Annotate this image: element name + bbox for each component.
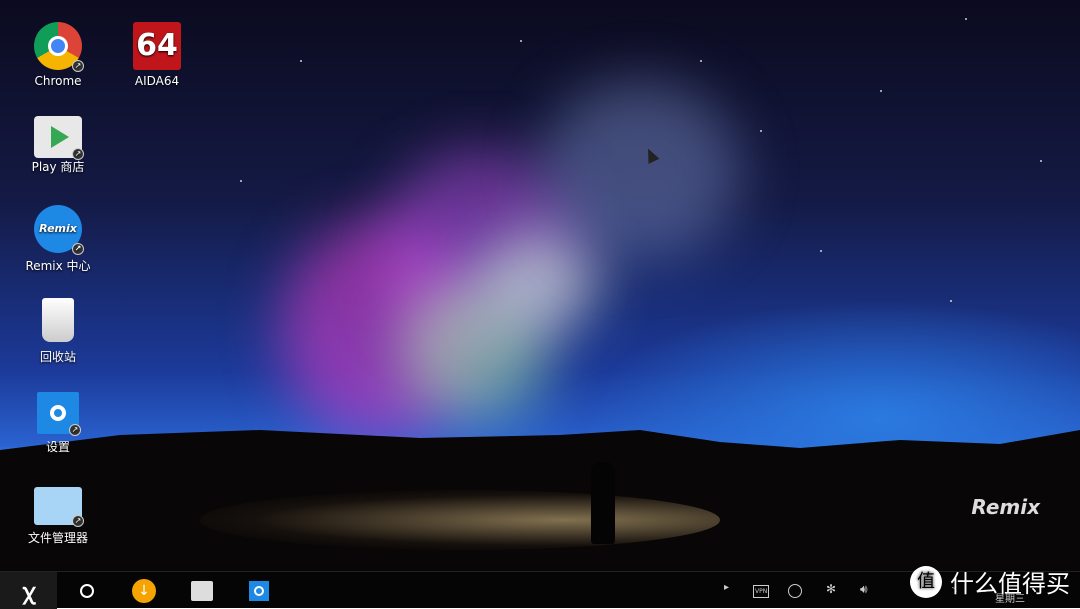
taskbar-app-play-store[interactable] [189,572,215,609]
remix-logo: Remix [971,495,1040,519]
aurora [480,230,600,330]
aurora [540,80,740,260]
taskbar-app-settings[interactable] [246,572,272,609]
recycle-bin-icon [34,296,82,344]
desktop-icon-remix-center[interactable]: Remix ↗ Remix 中心 [13,205,103,274]
tray-expand-arrow[interactable]: ▸ [724,582,729,593]
remix-center-icon: Remix ↗ [34,205,84,255]
aida64-icon: 64 [133,22,181,70]
desktop-icon-settings[interactable]: ↗ 设置 [13,389,103,455]
home-button[interactable] [72,572,102,609]
headlamp-light [200,490,720,550]
desktop-icon-file-manager[interactable]: ↗ 文件管理器 [13,481,103,546]
start-button[interactable]: ꭓ [0,572,57,609]
desktop-icon-recycle-bin[interactable]: 回收站 [13,296,103,365]
bluetooth-icon[interactable]: ✻ [826,582,836,596]
settings-icon [249,580,269,601]
desktop-icon-aida64[interactable]: 64 AIDA64 [112,22,202,88]
circle-icon [80,583,94,598]
volume-icon[interactable]: 🔊︎ [860,582,868,597]
play-store-icon: ↗ [34,116,84,160]
remix-start-icon: ꭓ [22,579,35,605]
folder-icon: ↗ [34,487,84,527]
play-store-icon [191,580,213,601]
watermark-badge: 值 [910,565,942,598]
chrome-icon: ↗ [34,22,84,72]
desktop-icon-play-store[interactable]: ↗ Play 商店 [13,112,103,175]
desktop-icon-chrome[interactable]: ↗ Chrome [13,22,103,88]
vpn-icon[interactable]: VPN [753,585,770,598]
person-silhouette [591,462,615,544]
download-icon: ↓ [132,578,156,603]
watermark: 值什么值得买 [910,564,1070,599]
taskbar-app-downloader[interactable]: ↓ [131,572,157,609]
desktop: Remix ↗ Chrome 64 AIDA64 ↗ Play 商店 Remix… [0,0,1080,571]
speedometer-icon[interactable] [788,584,802,598]
settings-icon: ↗ [37,392,81,436]
